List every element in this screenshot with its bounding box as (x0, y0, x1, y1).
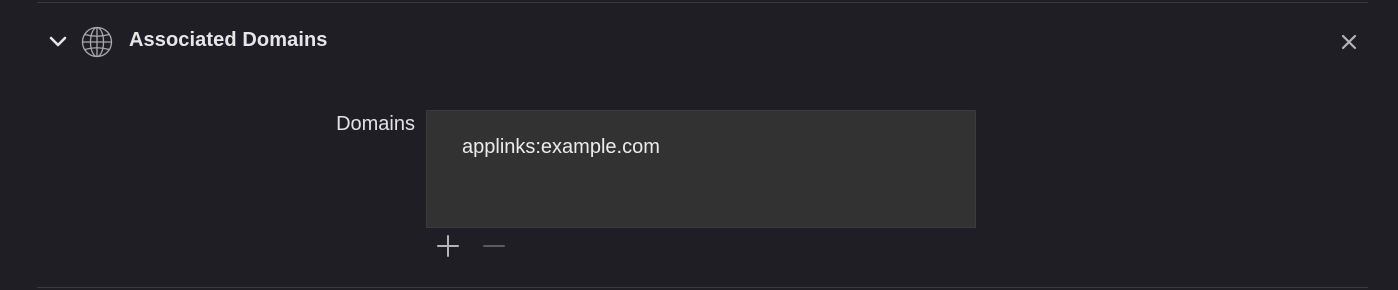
globe-icon (81, 26, 113, 58)
bottom-divider (37, 287, 1368, 288)
domains-label: Domains (336, 113, 415, 135)
plus-icon[interactable] (436, 234, 460, 258)
section-title: Associated Domains (129, 29, 328, 51)
section-header: Associated Domains (0, 0, 1398, 84)
capability-panel: Associated Domains Domains applinks:exam… (0, 0, 1398, 290)
close-icon[interactable] (1339, 32, 1359, 52)
minus-icon[interactable] (482, 234, 506, 258)
domains-list[interactable]: applinks:example.com (426, 110, 976, 228)
chevron-down-icon[interactable] (48, 33, 68, 51)
list-item[interactable]: applinks:example.com (462, 136, 660, 159)
